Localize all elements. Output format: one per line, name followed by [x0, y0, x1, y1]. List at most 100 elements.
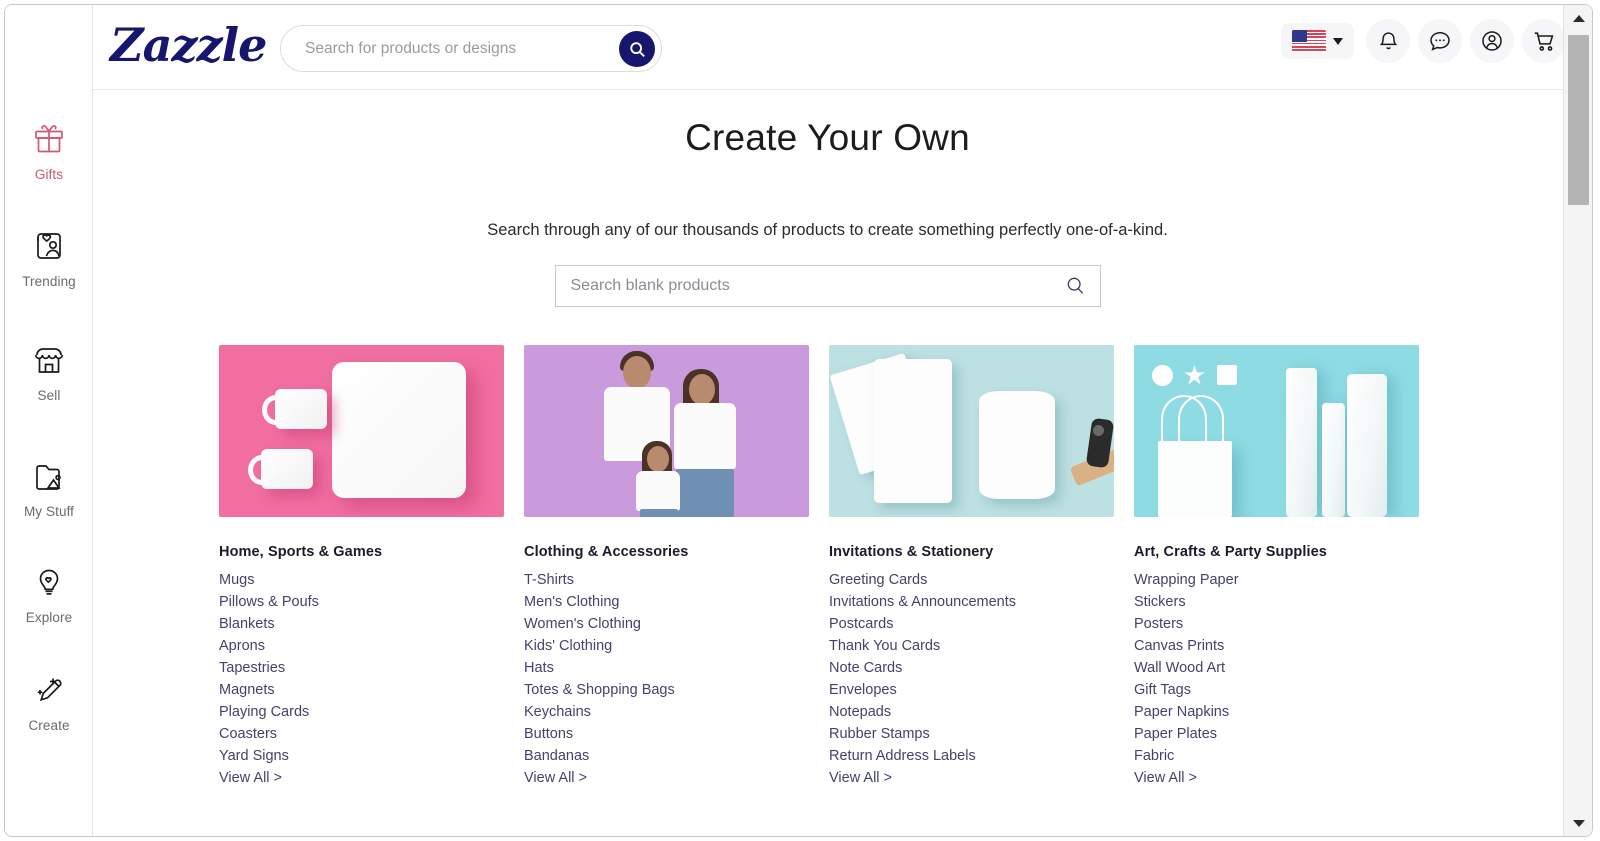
messages-button[interactable] [1418, 19, 1462, 63]
category-column: Art, Crafts & Party Supplies Wrapping Pa… [1134, 345, 1419, 789]
blank-products-search-input[interactable] [570, 266, 1041, 306]
category-link[interactable]: Kids' Clothing [524, 635, 612, 657]
pencil-sparkle-icon [5, 671, 93, 713]
category-link[interactable]: Yard Signs [219, 745, 289, 767]
search-submit-button[interactable] [619, 31, 655, 67]
category-link[interactable]: Postcards [829, 613, 893, 635]
category-link[interactable]: Rubber Stamps [829, 723, 930, 745]
category-title: Clothing & Accessories [524, 544, 689, 560]
category-link[interactable]: Magnets [219, 679, 275, 701]
bell-icon [1379, 31, 1397, 49]
zazzle-logo[interactable]: Zazzle [110, 18, 267, 72]
shopping-cart-icon [1534, 31, 1553, 51]
category-title: Invitations & Stationery [829, 544, 994, 560]
category-link[interactable]: T-Shirts [524, 569, 574, 591]
category-link[interactable]: Paper Plates [1134, 723, 1217, 745]
category-link[interactable]: Blankets [219, 613, 275, 635]
search-icon[interactable] [1065, 275, 1087, 302]
category-link[interactable]: Playing Cards [219, 701, 309, 723]
category-thumbnail-home-sports-games[interactable] [219, 345, 504, 517]
sidebar-item-label: Sell [37, 388, 61, 403]
view-all-link[interactable]: View All > [829, 767, 892, 789]
chevron-down-icon [1333, 37, 1343, 45]
category-link[interactable]: Pillows & Poufs [219, 591, 319, 613]
category-links: T-Shirts Men's Clothing Women's Clothing… [524, 569, 809, 789]
category-link[interactable]: Note Cards [829, 657, 902, 679]
category-link[interactable]: Notepads [829, 701, 891, 723]
left-sidebar-nav: Gifts Trending Sell My Stuff Explore Cre… [5, 5, 93, 836]
category-column: Clothing & Accessories T-Shirts Men's Cl… [524, 345, 809, 789]
us-flag-icon [1292, 30, 1326, 52]
category-link[interactable]: Gift Tags [1134, 679, 1191, 701]
sidebar-item-trending[interactable]: Trending [5, 227, 93, 289]
folder-image-icon [5, 457, 93, 499]
category-link[interactable]: Stickers [1134, 591, 1186, 613]
lightbulb-heart-icon [5, 563, 93, 605]
sidebar-item-label: Create [28, 718, 70, 733]
category-link[interactable]: Paper Napkins [1134, 701, 1229, 723]
vertical-scrollbar[interactable] [1563, 5, 1592, 836]
header-search-box [280, 25, 662, 72]
main-content: Create Your Own Search through any of ou… [93, 90, 1562, 836]
sidebar-item-label: Trending [22, 274, 76, 289]
sidebar-item-label: My Stuff [23, 504, 75, 519]
blank-products-search-box [554, 265, 1101, 307]
category-links: Mugs Pillows & Poufs Blankets Aprons Tap… [219, 569, 504, 789]
cart-button[interactable] [1522, 19, 1566, 63]
sidebar-item-create[interactable]: Create [5, 671, 93, 733]
view-all-link[interactable]: View All > [524, 767, 587, 789]
sidebar-item-my-stuff[interactable]: My Stuff [5, 457, 93, 519]
category-link[interactable]: Keychains [524, 701, 591, 723]
category-link[interactable]: Tapestries [219, 657, 285, 679]
category-link[interactable]: Posters [1134, 613, 1183, 635]
user-circle-icon [1482, 31, 1502, 51]
view-all-link[interactable]: View All > [1134, 767, 1197, 789]
gift-icon [5, 120, 93, 162]
category-link[interactable]: Women's Clothing [524, 613, 641, 635]
category-link[interactable]: Bandanas [524, 745, 589, 767]
category-link[interactable]: Invitations & Announcements [829, 591, 1016, 613]
category-link[interactable]: Men's Clothing [524, 591, 619, 613]
category-link[interactable]: Canvas Prints [1134, 635, 1224, 657]
sidebar-item-sell[interactable]: Sell [5, 341, 93, 403]
header-actions [1281, 19, 1566, 63]
browser-window: Gifts Trending Sell My Stuff Explore Cre… [4, 4, 1593, 837]
category-link[interactable]: Aprons [219, 635, 265, 657]
scroll-up-arrow[interactable] [1564, 5, 1592, 31]
sidebar-item-label: Explore [25, 610, 73, 625]
category-link[interactable]: Wall Wood Art [1134, 657, 1225, 679]
category-link[interactable]: Fabric [1134, 745, 1174, 767]
scrollbar-thumb[interactable] [1568, 35, 1589, 205]
search-input[interactable] [305, 26, 605, 71]
category-links: Wrapping Paper Stickers Posters Canvas P… [1134, 569, 1419, 789]
triangle-down-icon [1572, 819, 1585, 827]
locale-picker[interactable] [1281, 23, 1354, 59]
category-thumbnail-art-crafts-party[interactable] [1134, 345, 1419, 517]
sidebar-item-explore[interactable]: Explore [5, 563, 93, 625]
category-link[interactable]: Totes & Shopping Bags [524, 679, 675, 701]
view-all-link[interactable]: View All > [219, 767, 282, 789]
category-link[interactable]: Coasters [219, 723, 277, 745]
category-link[interactable]: Mugs [219, 569, 254, 591]
category-link[interactable]: Return Address Labels [829, 745, 976, 767]
storefront-icon [5, 341, 93, 383]
category-thumbnail-clothing-accessories[interactable] [524, 345, 809, 517]
category-link[interactable]: Greeting Cards [829, 569, 927, 591]
category-column: Invitations & Stationery Greeting Cards … [829, 345, 1114, 789]
account-button[interactable] [1470, 19, 1514, 63]
category-link[interactable]: Hats [524, 657, 554, 679]
triangle-up-icon [1572, 14, 1585, 22]
scroll-down-arrow[interactable] [1564, 810, 1592, 836]
category-column: Home, Sports & Games Mugs Pillows & Pouf… [219, 345, 504, 789]
category-links: Greeting Cards Invitations & Announcemen… [829, 569, 1114, 789]
category-link[interactable]: Thank You Cards [829, 635, 940, 657]
sidebar-item-gifts[interactable]: Gifts [5, 120, 93, 182]
category-link[interactable]: Buttons [524, 723, 573, 745]
category-link[interactable]: Wrapping Paper [1134, 569, 1239, 591]
category-thumbnail-invitations-stationery[interactable] [829, 345, 1114, 517]
category-link[interactable]: Envelopes [829, 679, 897, 701]
site-header: Zazzle [31, 5, 1592, 90]
sidebar-item-label: Gifts [34, 167, 64, 182]
page-subtitle: Search through any of our thousands of p… [487, 221, 1168, 239]
notifications-button[interactable] [1366, 19, 1410, 63]
